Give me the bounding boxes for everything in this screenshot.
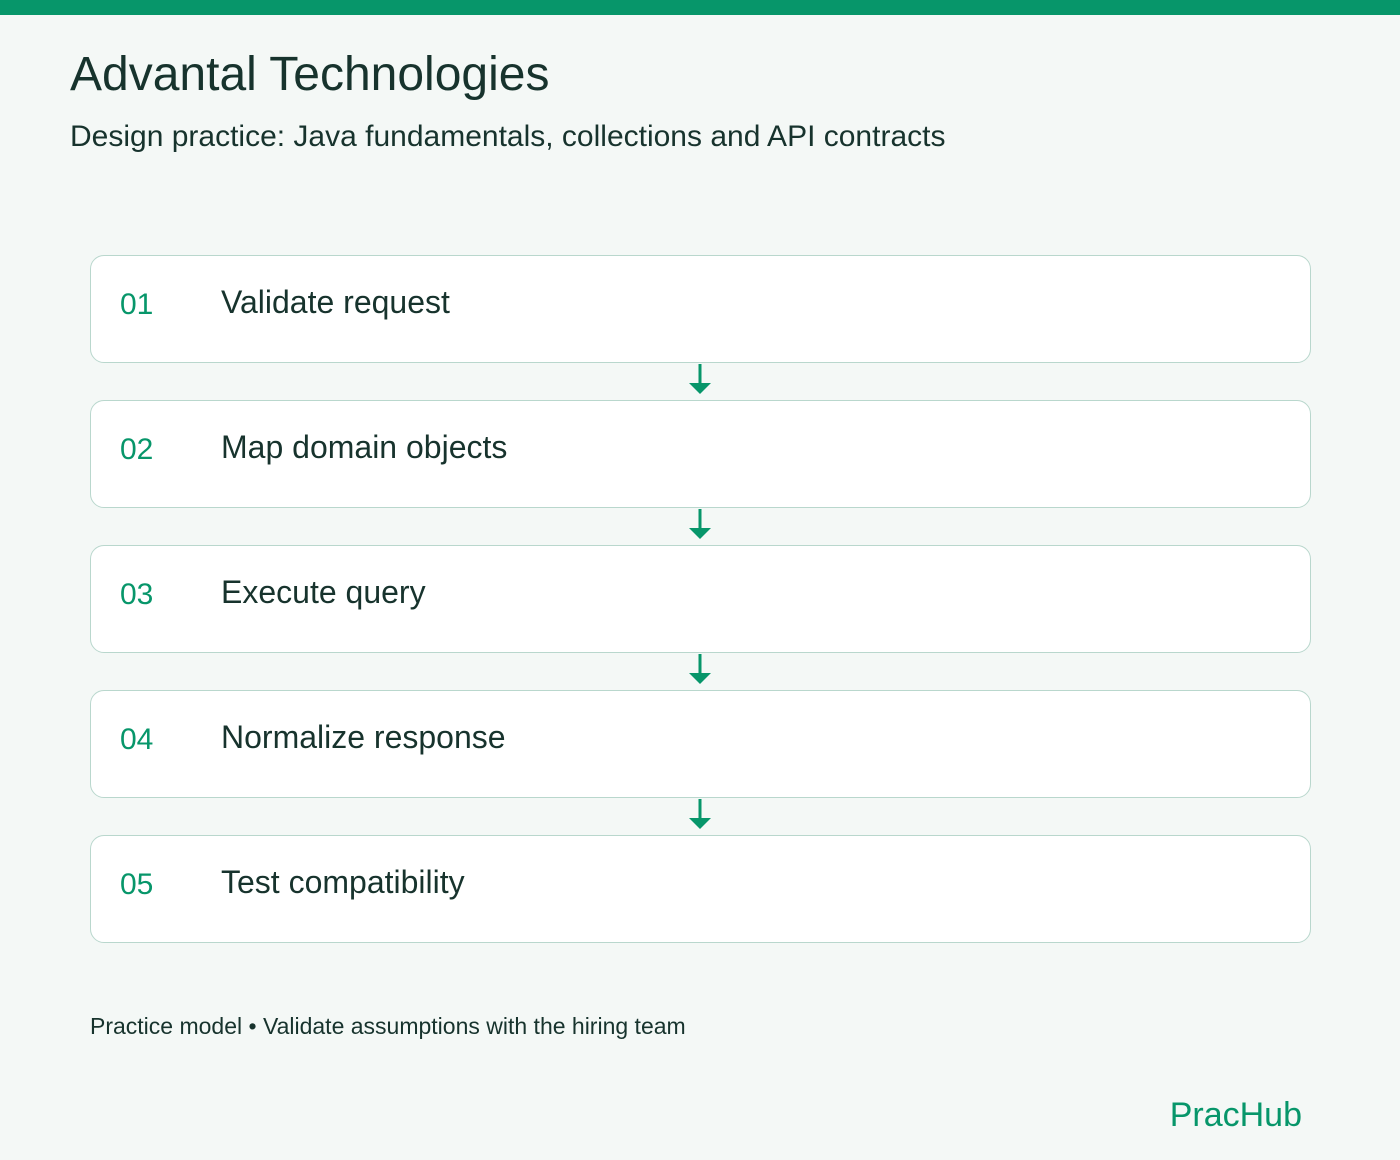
step-connector <box>90 798 1311 835</box>
page-subtitle: Design practice: Java fundamentals, coll… <box>70 120 946 153</box>
step-label: Map domain objects <box>221 429 508 465</box>
step-card-5: 05 Test compatibility <box>90 835 1311 943</box>
step-number: 02 <box>120 433 154 466</box>
step-number: 03 <box>120 578 154 611</box>
step-card-4: 04 Normalize response <box>90 690 1311 798</box>
step-card-2: 02 Map domain objects <box>90 400 1311 508</box>
step-number: 05 <box>120 868 154 901</box>
step-label: Test compatibility <box>221 864 465 900</box>
step-card-3: 03 Execute query <box>90 545 1311 653</box>
step-connector <box>90 363 1311 400</box>
arrow-down-icon <box>689 799 711 829</box>
arrow-down-icon <box>689 509 711 539</box>
step-label: Normalize response <box>221 719 506 755</box>
step-label: Execute query <box>221 574 426 610</box>
arrow-down-icon <box>689 364 711 394</box>
flow-steps: 01 Validate request 02 Map domain object… <box>90 255 1311 943</box>
step-number: 04 <box>120 723 154 756</box>
step-label: Validate request <box>221 284 450 320</box>
step-connector <box>90 508 1311 545</box>
arrow-down-icon <box>689 654 711 684</box>
step-card-1: 01 Validate request <box>90 255 1311 363</box>
page-title: Advantal Technologies <box>70 48 550 101</box>
step-number: 01 <box>120 288 154 321</box>
top-accent-bar <box>0 0 1400 15</box>
brand-logo-text: PracHub <box>1169 1096 1302 1134</box>
footer-note: Practice model • Validate assumptions wi… <box>90 1013 686 1039</box>
step-connector <box>90 653 1311 690</box>
